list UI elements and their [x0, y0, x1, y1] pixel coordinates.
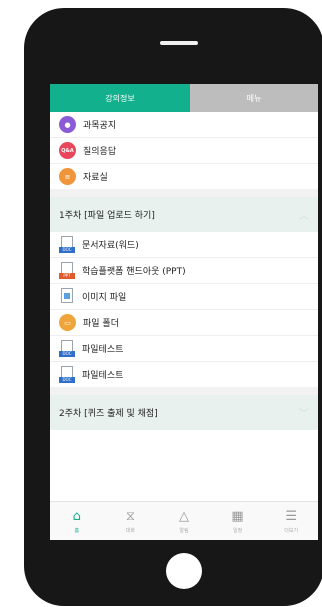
nav-schedule[interactable]: ▦ 일정	[211, 502, 265, 540]
week2-title: 2주차 [퀴즈 출제 및 채점]	[59, 409, 158, 419]
list-icon: ≡	[59, 168, 76, 185]
file-item-image[interactable]: 이미지 파일	[50, 284, 318, 310]
week1-header[interactable]: 1주차 [파일 업로드 하기] ︿	[50, 197, 318, 232]
file-label: 파일테스트	[82, 345, 124, 355]
ppt-file-icon: PPT	[59, 262, 75, 279]
nav-label: 홈	[74, 527, 80, 534]
nav-label: 알림	[179, 527, 189, 534]
library-item[interactable]: ≡ 자료실	[50, 164, 318, 189]
week1-title: 1주차 [파일 업로드 하기]	[59, 211, 155, 221]
menu-icon: ☰	[285, 508, 297, 524]
qna-label: 질의응답	[83, 147, 117, 157]
file-item-test-1[interactable]: DOC 파일테스트	[50, 336, 318, 362]
folder-icon: ▭	[59, 314, 76, 331]
week2-header[interactable]: 2주차 [퀴즈 출제 및 채점] ﹀	[50, 395, 318, 430]
file-label: 학습플랫폼 핸드아웃 (PPT)	[82, 267, 186, 277]
file-label: 문서자료(워드)	[82, 241, 139, 251]
bottom-nav: ⌂ 홈 ⧖ 대화 △ 알림 ▦ 일정 ☰ 더보기	[50, 501, 318, 540]
tab-menu[interactable]: 메뉴	[190, 84, 318, 112]
file-label: 이미지 파일	[82, 293, 127, 303]
top-tabs: 강의정보 메뉴	[50, 84, 318, 112]
nav-more[interactable]: ☰ 더보기	[264, 502, 318, 540]
chevron-up-icon: ︿	[299, 211, 309, 222]
nav-home[interactable]: ⌂ 홈	[50, 502, 104, 540]
file-label: 파일 폴더	[83, 319, 119, 329]
section-gap	[50, 189, 318, 197]
file-label: 파일테스트	[82, 371, 124, 381]
home-button[interactable]	[166, 553, 202, 589]
nav-label: 일정	[232, 527, 243, 534]
chevron-down-icon: ﹀	[299, 409, 309, 420]
file-item-test-2[interactable]: DOC 파일테스트	[50, 362, 318, 387]
file-item-ppt[interactable]: PPT 학습플랫폼 핸드아웃 (PPT)	[50, 258, 318, 284]
qna-item[interactable]: Q&A 질의응답	[50, 138, 318, 164]
qna-icon: Q&A	[59, 142, 76, 159]
nav-label: 대화	[125, 527, 135, 534]
microphone-icon: ●	[59, 116, 76, 133]
doc-file-icon: DOC	[59, 340, 75, 357]
doc-file-icon: DOC	[59, 366, 75, 383]
app-screen: 강의정보 메뉴 ● 과목공지 Q&A 질의응답 ≡ 자료실 1주차 [파일 업로…	[50, 84, 318, 540]
course-notice-item[interactable]: ● 과목공지	[50, 112, 318, 138]
library-label: 자료실	[83, 173, 108, 183]
bell-icon: △	[178, 508, 189, 524]
section-gap	[50, 387, 318, 395]
nav-alerts[interactable]: △ 알림	[157, 502, 211, 540]
tab-course-info[interactable]: 강의정보	[50, 84, 190, 112]
speaker-grille	[160, 41, 198, 45]
nav-label: 더보기	[284, 527, 299, 534]
home-icon: ⌂	[72, 508, 81, 524]
course-notice-label: 과목공지	[83, 121, 117, 131]
file-item-folder[interactable]: ▭ 파일 폴더	[50, 310, 318, 336]
calendar-icon: ▦	[231, 508, 244, 524]
chat-icon: ⧖	[125, 508, 135, 524]
doc-file-icon: DOC	[59, 236, 75, 253]
image-file-icon	[59, 288, 75, 305]
nav-chat[interactable]: ⧖ 대화	[104, 502, 158, 540]
file-item-word[interactable]: DOC 문서자료(워드)	[50, 232, 318, 258]
